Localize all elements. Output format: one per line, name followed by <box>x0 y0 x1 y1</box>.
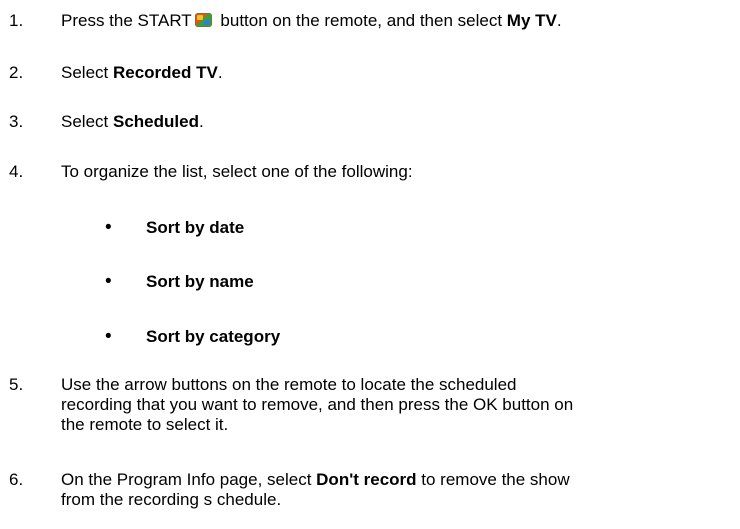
windows-start-icon <box>194 13 212 27</box>
step-number: 5. <box>9 375 24 394</box>
step-text: Select Scheduled. <box>61 112 204 131</box>
step-text: Press the START button on the remote, an… <box>61 11 562 30</box>
bullet-icon: • <box>105 217 112 238</box>
sort-option-label: Sort by date <box>146 218 245 237</box>
recorded-tv-option: Recorded TV <box>112 63 218 82</box>
sort-option-label: Sort by category <box>146 327 281 346</box>
step-text: Use the arrow buttons on the remote to l… <box>61 375 574 434</box>
step-text: Select Recorded TV. <box>61 63 223 82</box>
bullet-icon: • <box>105 326 112 347</box>
step-text: On the Program Info page, select Don't r… <box>61 470 570 509</box>
step-text: To organize the list, select one of the … <box>61 162 413 181</box>
step-number: 4. <box>9 162 24 181</box>
dont-record-option: Don't record <box>316 470 417 489</box>
my-tv-option: My TV <box>506 11 557 30</box>
step-number: 3. <box>9 112 24 131</box>
step-number: 1. <box>9 11 24 30</box>
step-number: 2. <box>9 63 24 82</box>
step-number: 6. <box>9 470 24 489</box>
bullet-icon: • <box>105 271 112 292</box>
scheduled-option: Scheduled <box>112 112 199 131</box>
sort-option-label: Sort by name <box>146 272 254 291</box>
